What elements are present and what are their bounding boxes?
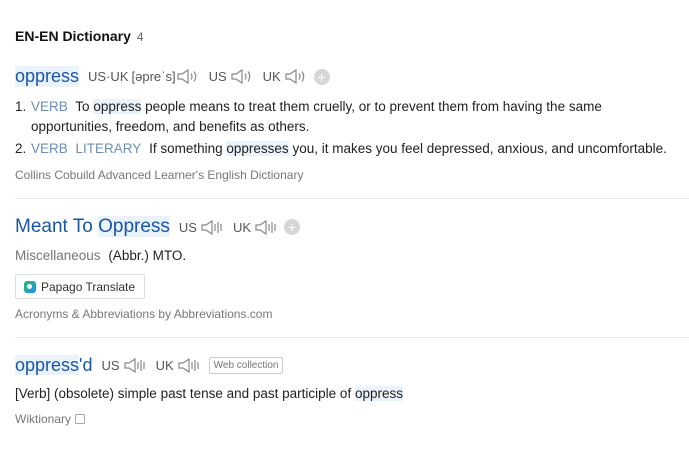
highlighted-word: oppress <box>354 386 403 401</box>
wikt-source[interactable]: Wiktionary <box>15 412 71 426</box>
phonetic-us-uk: US·UK [əpreˈs] <box>88 68 200 85</box>
speaker-icon[interactable] <box>176 68 200 85</box>
abbr-headword[interactable]: Meant To Oppress <box>15 216 170 238</box>
wikt-source-row: Wiktionary <box>15 412 86 426</box>
divider <box>15 198 689 199</box>
pron-us: US <box>209 68 254 85</box>
category-label: Miscellaneous <box>15 248 101 263</box>
pron-uk: UK <box>233 219 278 236</box>
pos-label: VERB <box>31 99 68 114</box>
pron-us: US <box>102 357 147 374</box>
wikt-headword[interactable]: oppress'd <box>15 355 93 376</box>
speaker-icon[interactable] <box>123 357 147 374</box>
register-label: LITERARY <box>75 141 142 156</box>
papago-logo-icon <box>24 280 36 293</box>
web-collection-badge: Web collection <box>208 357 284 374</box>
add-wordbook-icon[interactable]: + <box>313 68 330 85</box>
papago-translate-button[interactable]: Papago Translate <box>15 274 145 299</box>
speaker-icon[interactable] <box>254 219 278 236</box>
wikt-definition: [Verb] (obsolete) simple past tense and … <box>15 386 403 401</box>
collins-source[interactable]: Collins Cobuild Advanced Learner's Engli… <box>15 168 303 182</box>
definition-item: 2. VERB LITERARY If something oppresses … <box>15 141 667 156</box>
abbr-source[interactable]: Acronyms & Abbreviations by Abbreviation… <box>15 307 272 321</box>
wikt-headword-row: oppress'd US UK Web collection <box>15 355 284 376</box>
pron-uk: UK <box>263 68 308 85</box>
collins-definitions: 1. VERB To oppress people means to treat… <box>15 97 685 159</box>
result-count: 4 <box>136 30 144 44</box>
collins-headword[interactable]: oppress <box>15 66 80 87</box>
add-wordbook-icon[interactable]: + <box>284 219 301 235</box>
highlighted-word: oppresses <box>226 141 289 156</box>
phonetic-text: [əpreˈs] <box>131 69 176 84</box>
pron-us: US <box>179 219 224 236</box>
speaker-icon[interactable] <box>230 68 254 85</box>
highlighted-word: oppress <box>93 99 142 114</box>
speaker-icon[interactable] <box>177 357 201 374</box>
definition-item: 1. VERB To oppress people means to treat… <box>15 99 602 134</box>
pos-label: VERB <box>31 141 68 156</box>
abbr-meaning: Miscellaneous (Abbr.) MTO. <box>15 248 187 263</box>
pron-uk: UK <box>156 357 201 374</box>
copy-icon[interactable] <box>75 414 86 424</box>
abbr-headword-row: Meant To Oppress US UK + <box>15 216 301 238</box>
section-header: EN-EN Dictionary 4 <box>15 28 144 44</box>
speaker-icon[interactable] <box>284 68 308 85</box>
collins-headword-row: oppress US·UK [əpreˈs] US UK + <box>15 66 330 87</box>
speaker-icon[interactable] <box>200 219 224 236</box>
divider <box>15 337 689 338</box>
section-title: EN-EN Dictionary <box>15 28 131 44</box>
